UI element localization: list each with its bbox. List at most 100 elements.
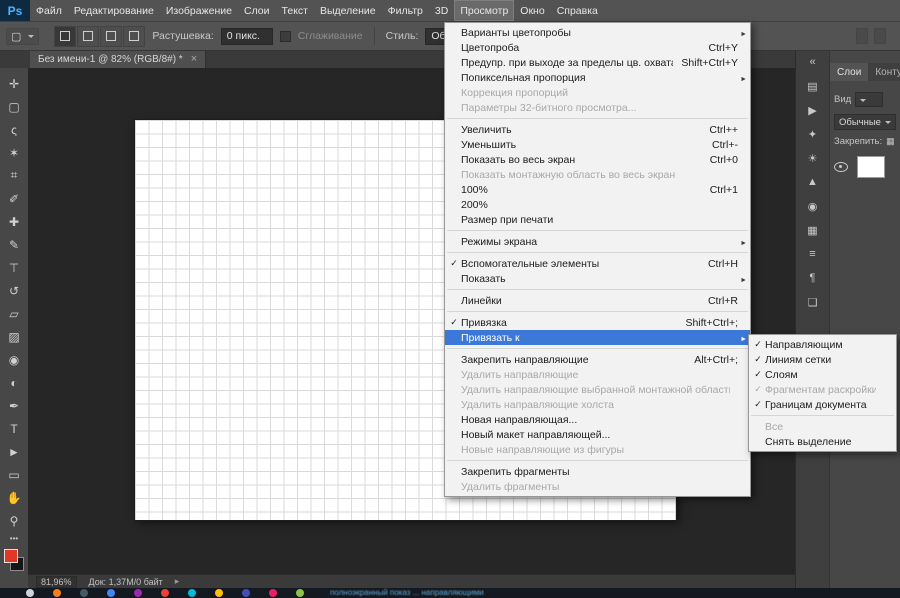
foreground-color-swatch[interactable] — [4, 549, 18, 563]
close-tab-icon[interactable]: × — [191, 54, 197, 65]
properties-panel-icon[interactable]: ▤ — [802, 78, 824, 94]
menu-item[interactable]: Слоям — [749, 367, 896, 382]
expand-panels-icon[interactable]: « — [802, 54, 824, 70]
menu-item[interactable]: Привязать к — [445, 330, 750, 345]
healing-brush-tool[interactable]: ✚ — [0, 210, 28, 233]
menu-help[interactable]: Справка — [551, 0, 604, 21]
taskbar-app-icon[interactable] — [296, 589, 304, 597]
menu-item[interactable]: Удалить направляющие холста — [445, 397, 750, 412]
menu-item[interactable]: Все — [749, 419, 896, 434]
menu-item[interactable]: Границам документа — [749, 397, 896, 412]
taskbar-app-icon[interactable] — [107, 589, 115, 597]
feather-input[interactable]: 0 пикс. — [221, 28, 273, 45]
brushes-panel-icon[interactable]: ✦ — [802, 126, 824, 142]
pen-tool[interactable]: ✒ — [0, 394, 28, 417]
menu-image[interactable]: Изображение — [160, 0, 238, 21]
menu-item[interactable]: 100% Ctrl+1 — [445, 182, 750, 197]
menu-item[interactable]: Новые направляющие из фигуры — [445, 442, 750, 457]
rectangular-marquee-tool[interactable]: ▢ — [0, 95, 28, 118]
menu-item[interactable]: Удалить фрагменты — [445, 479, 750, 494]
quick-selection-tool[interactable]: ✶ — [0, 141, 28, 164]
menu-view[interactable]: Просмотр — [454, 0, 514, 21]
swatches-panel-icon[interactable]: ▦ — [802, 222, 824, 238]
type-tool[interactable]: T — [0, 417, 28, 440]
menu-file[interactable]: Файл — [30, 0, 68, 21]
history-brush-tool[interactable]: ↺ — [0, 279, 28, 302]
taskbar-app-icon[interactable] — [53, 589, 61, 597]
menu-item[interactable]: Показать — [445, 271, 750, 286]
menu-item[interactable]: Фрагментам раскройки — [749, 382, 896, 397]
move-tool[interactable]: ✛ — [0, 72, 28, 95]
menu-item[interactable]: Направляющим — [749, 337, 896, 352]
new-selection-button[interactable] — [54, 26, 76, 47]
menu-window[interactable]: Окно — [514, 0, 550, 21]
menu-layers[interactable]: Слои — [238, 0, 276, 21]
intersect-selection-button[interactable] — [123, 26, 145, 47]
tab-paths[interactable]: Контуры — [868, 63, 900, 81]
menu-edit[interactable]: Редактирование — [68, 0, 160, 21]
menu-item[interactable]: Попиксельная пропорция — [445, 70, 750, 85]
tool-preset-dropdown[interactable]: ▢ — [6, 28, 39, 45]
menu-item[interactable]: Снять выделение — [749, 434, 896, 449]
menu-filter[interactable]: Фильтр — [382, 0, 429, 21]
menu-select[interactable]: Выделение — [314, 0, 382, 21]
menu-item[interactable]: Новая направляющая... — [445, 412, 750, 427]
document-tab[interactable]: Без имени-1 @ 82% (RGB/8#) * × — [30, 51, 206, 68]
taskbar-app-icon[interactable] — [80, 589, 88, 597]
menu-item[interactable]: Коррекция пропорций — [445, 85, 750, 100]
status-menu-arrow-icon[interactable] — [175, 576, 180, 587]
taskbar-app-icon[interactable] — [242, 589, 250, 597]
path-selection-tool[interactable]: ► — [0, 440, 28, 463]
menu-item[interactable]: Параметры 32-битного просмотра... — [445, 100, 750, 115]
menu-3d[interactable]: 3D — [429, 0, 454, 21]
dodge-tool[interactable]: ◐ — [0, 371, 28, 394]
lock-transparent-pixels-icon[interactable] — [886, 136, 895, 147]
menu-item[interactable]: Показать во весь экран Ctrl+0 — [445, 152, 750, 167]
clone-stamp-tool[interactable]: ⊤ — [0, 256, 28, 279]
panel-toggle-icon[interactable] — [856, 28, 868, 44]
adjustments-panel-icon[interactable]: ☀ — [802, 150, 824, 166]
menu-item[interactable]: Режимы экрана — [445, 234, 750, 249]
menu-item[interactable]: Размер при печати — [445, 212, 750, 227]
tab-layers[interactable]: Слои — [830, 63, 868, 81]
taskbar-app-icon[interactable] — [26, 589, 34, 597]
layer-row[interactable] — [834, 156, 900, 178]
taskbar-app-icon[interactable] — [188, 589, 196, 597]
styles-panel-icon[interactable]: ▲ — [802, 174, 824, 190]
menu-item[interactable]: Линейки Ctrl+R — [445, 293, 750, 308]
menu-item[interactable]: Цветопроба Ctrl+Y — [445, 40, 750, 55]
menu-item[interactable]: Предупр. при выходе за пределы цв. охват… — [445, 55, 750, 70]
edit-toolbar-icon[interactable]: ••• — [0, 534, 28, 543]
actions-panel-icon[interactable]: ▶ — [802, 102, 824, 118]
menu-item[interactable]: Линиям сетки — [749, 352, 896, 367]
zoom-tool[interactable]: ⚲ — [0, 509, 28, 532]
menu-item[interactable]: Новый макет направляющей... — [445, 427, 750, 442]
menu-item[interactable]: Закрепить фрагменты — [445, 464, 750, 479]
menu-item[interactable]: Привязка Shift+Ctrl+; — [445, 315, 750, 330]
menu-item[interactable]: Вспомогательные элементы Ctrl+H — [445, 256, 750, 271]
eraser-tool[interactable]: ▱ — [0, 302, 28, 325]
menu-item[interactable]: Удалить направляющие выбранной монтажной… — [445, 382, 750, 397]
blend-mode-dropdown[interactable]: Обычные — [834, 114, 896, 130]
menu-item[interactable]: Уменьшить Ctrl+- — [445, 137, 750, 152]
menu-item[interactable]: Варианты цветопробы — [445, 25, 750, 40]
color-panel-icon[interactable]: ◉ — [802, 198, 824, 214]
brush-tool[interactable]: ✎ — [0, 233, 28, 256]
layer-visibility-eye-icon[interactable] — [834, 162, 848, 172]
lasso-tool[interactable]: ς — [0, 118, 28, 141]
taskbar-app-icon[interactable] — [215, 589, 223, 597]
antialias-checkbox[interactable] — [280, 31, 291, 42]
taskbar-app-icon[interactable] — [134, 589, 142, 597]
add-to-selection-button[interactable] — [77, 26, 99, 47]
blur-tool[interactable]: ◉ — [0, 348, 28, 371]
gradient-tool[interactable]: ▨ — [0, 325, 28, 348]
zoom-level-field[interactable]: 81,96% — [36, 576, 77, 588]
eyedropper-tool[interactable]: ✐ — [0, 187, 28, 210]
character-panel-icon[interactable]: ≡ — [802, 246, 824, 262]
panel-toggle-icon[interactable] — [874, 28, 886, 44]
rectangle-tool[interactable]: ▭ — [0, 463, 28, 486]
libraries-panel-icon[interactable]: ❏ — [802, 294, 824, 310]
crop-tool[interactable]: ⌗ — [0, 164, 28, 187]
paragraph-panel-icon[interactable]: ¶ — [802, 270, 824, 286]
hand-tool[interactable]: ✋ — [0, 486, 28, 509]
